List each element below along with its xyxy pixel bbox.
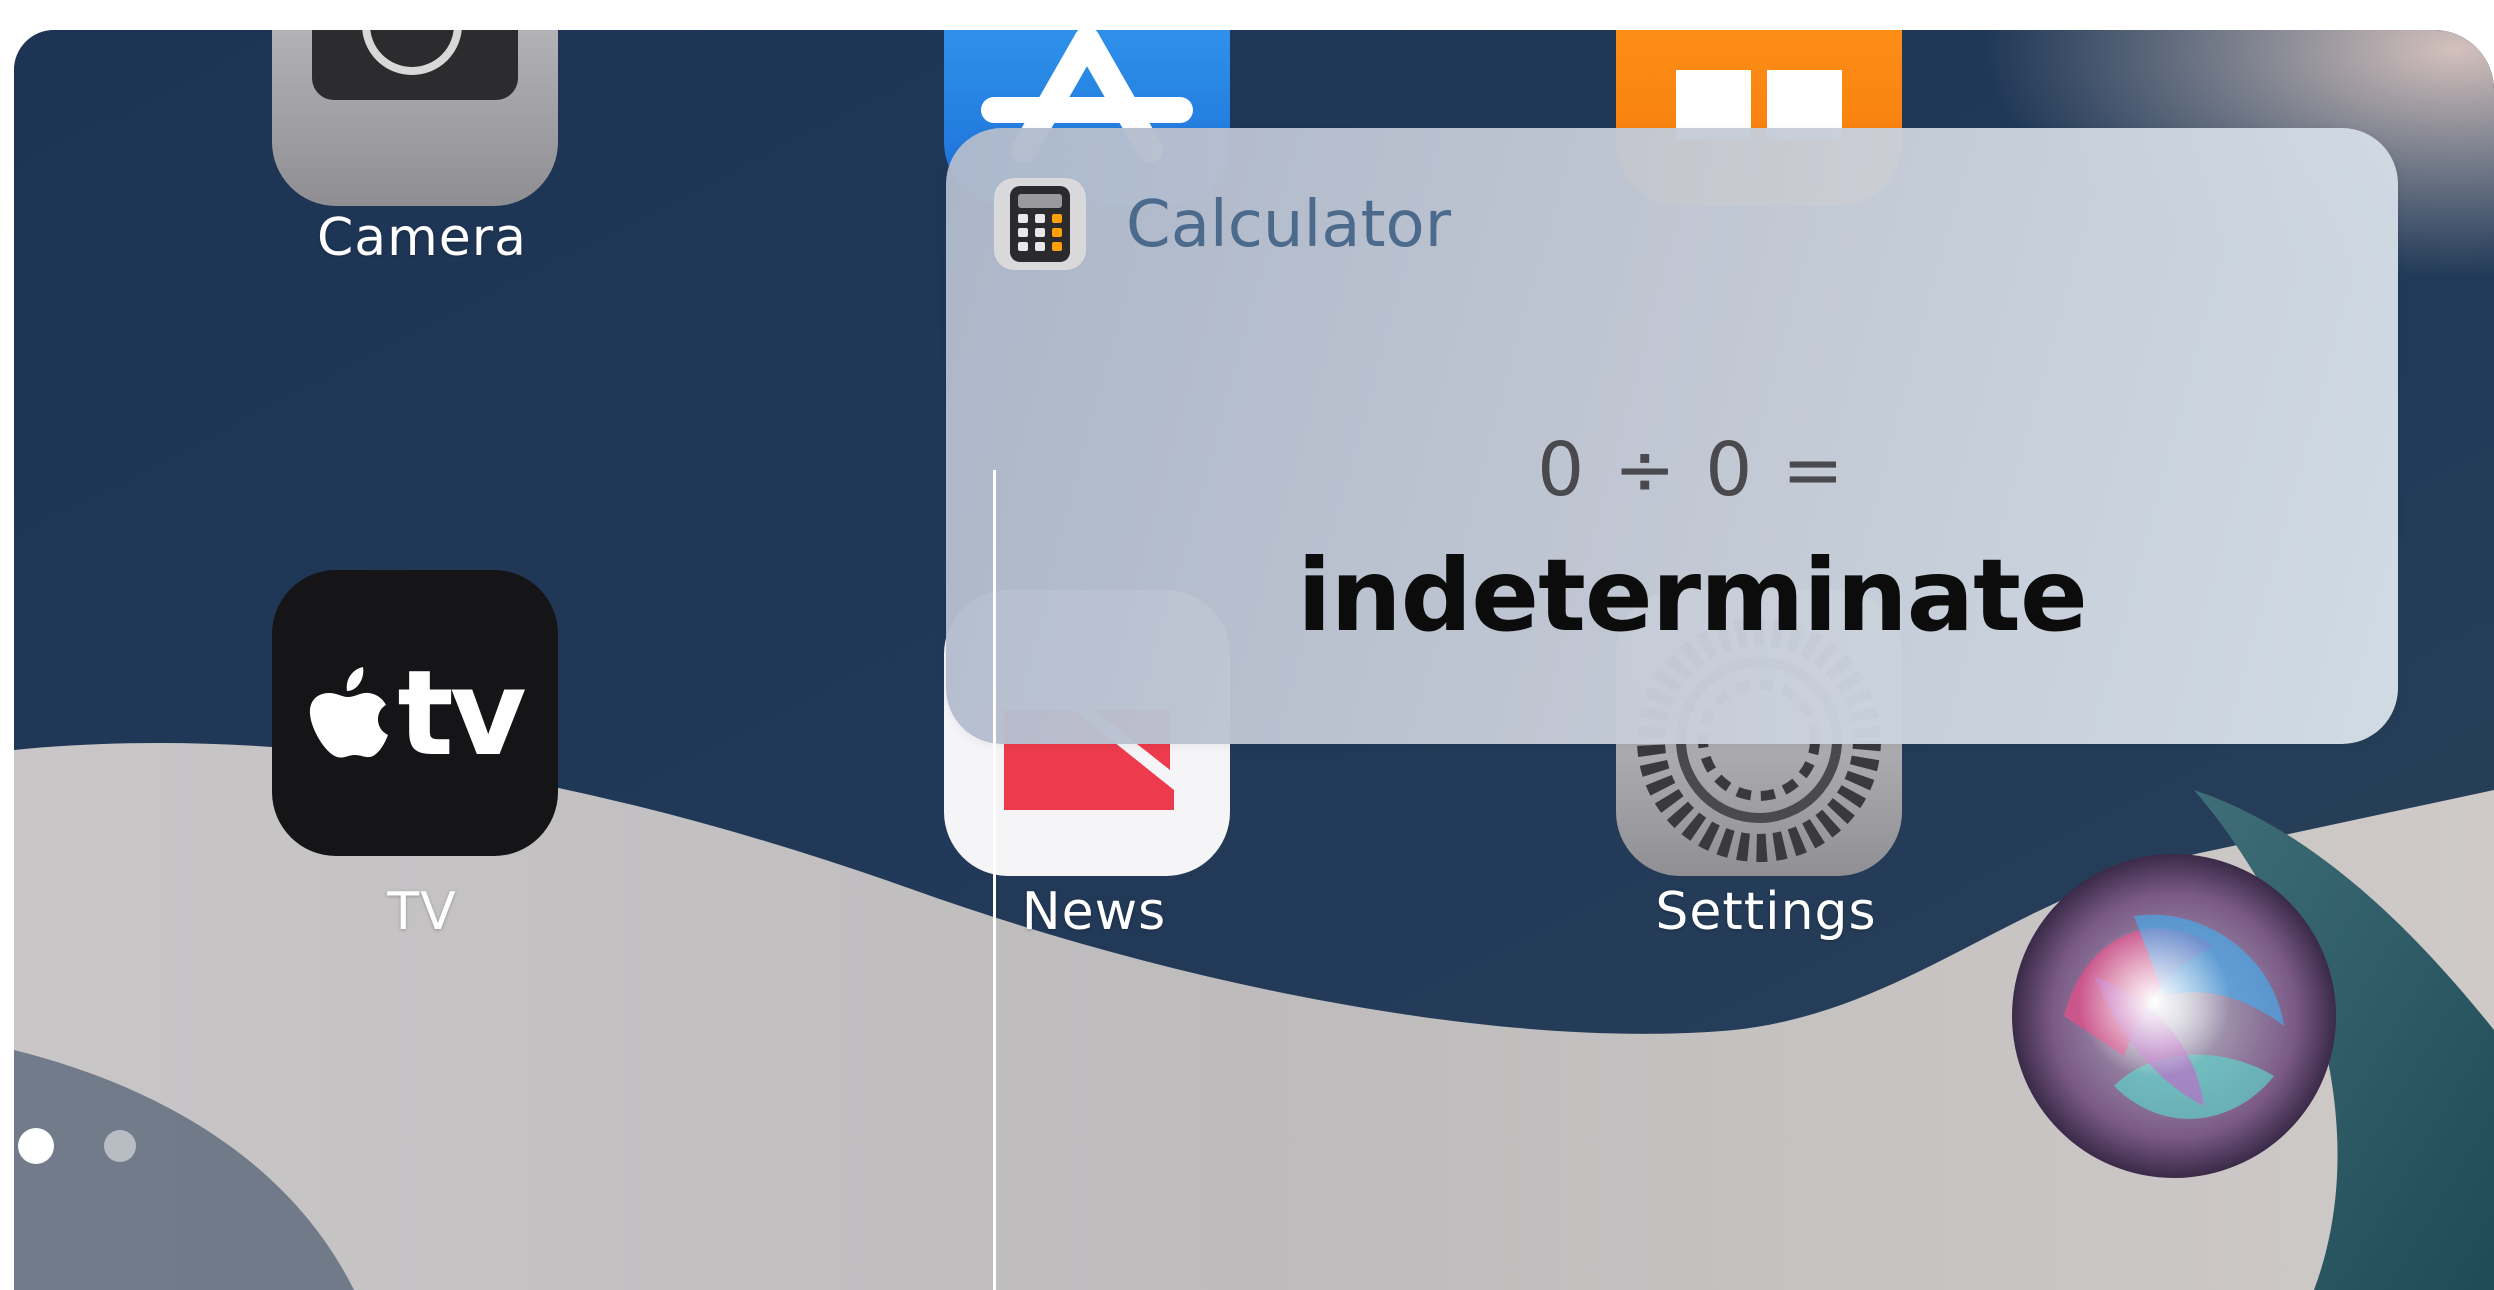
card-app-title: Calculator bbox=[1126, 188, 1451, 262]
calculation-expression: 0 ÷ 0 = bbox=[1537, 427, 1847, 513]
tv-app-icon[interactable]: tv bbox=[272, 570, 558, 856]
apple-tv-icon: tv bbox=[272, 570, 558, 856]
siri-orb-icon[interactable] bbox=[2004, 846, 2344, 1186]
calculation-result: indeterminate bbox=[1297, 537, 2088, 654]
calculator-icon bbox=[1010, 186, 1070, 262]
home-screen: Camera tv TV News Settings Calculator 0 … bbox=[14, 30, 2494, 1290]
siri-calculator-card[interactable]: Calculator 0 ÷ 0 = indeterminate bbox=[946, 128, 2398, 744]
calculator-app-icon bbox=[994, 178, 1086, 270]
camera-app-icon[interactable] bbox=[272, 30, 558, 206]
page-dot[interactable] bbox=[104, 1130, 136, 1162]
tv-app-label: TV bbox=[387, 882, 457, 942]
camera-app-label: Camera bbox=[316, 208, 528, 268]
tv-glyph-text: tv bbox=[397, 644, 526, 782]
apple-logo-icon bbox=[310, 667, 389, 758]
divider-line bbox=[993, 470, 996, 1290]
settings-app-label: Settings bbox=[1655, 882, 1877, 942]
news-app-label: News bbox=[1021, 882, 1167, 942]
page-dot-active[interactable] bbox=[18, 1128, 54, 1164]
